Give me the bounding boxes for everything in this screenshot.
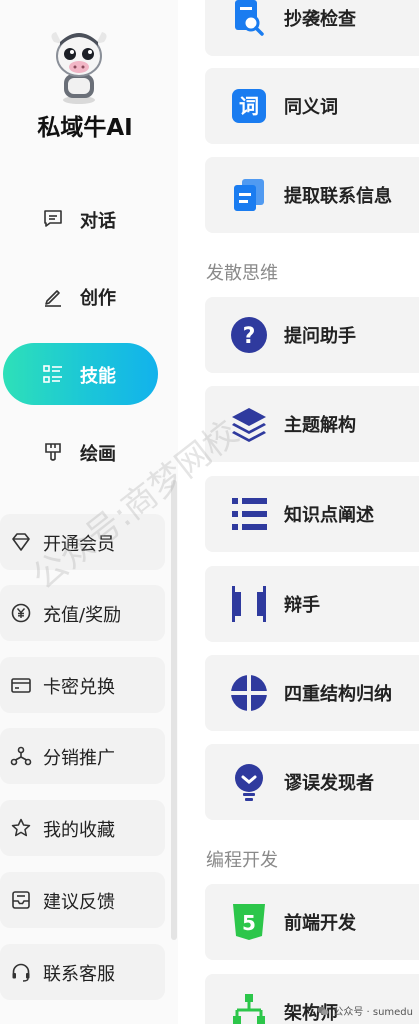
- headset-icon: [12, 963, 30, 982]
- logo: [46, 22, 112, 106]
- menu-label-membership: 开通会员: [43, 534, 115, 555]
- sidebar-scrollbar[interactable]: [171, 480, 177, 940]
- inbox-icon: [12, 891, 30, 909]
- quadrant-icon: [231, 675, 267, 711]
- nav-item-create[interactable]: 创作: [0, 265, 170, 327]
- nav-item-chat[interactable]: 对话: [0, 188, 170, 250]
- nav-label-skills: 技能: [80, 366, 116, 387]
- menu-label-feedback: 建议反馈: [43, 892, 115, 913]
- menu-label-recharge: 充值/奖励: [43, 605, 122, 626]
- menu-label-card-redeem: 卡密兑换: [43, 677, 115, 698]
- debate-bars-icon: [232, 586, 266, 622]
- menu-item-feedback[interactable]: 建议反馈: [0, 872, 165, 928]
- brush-icon: [45, 443, 61, 461]
- menu-item-distribution[interactable]: 分销推广: [0, 728, 165, 784]
- skill-label: 同义词: [284, 97, 338, 118]
- nav-item-skills[interactable]: 技能: [3, 343, 158, 405]
- skills-panel: 抄袭检查 词 同义词 提取联系信息 发散思维 ? 提问助手 主题解构 知识点阐述…: [178, 0, 419, 1024]
- skill-label: 前端开发: [284, 913, 356, 934]
- skill-card-debater[interactable]: 辩手: [205, 566, 419, 642]
- nav-label-chat: 对话: [80, 211, 116, 232]
- svg-text:?: ?: [243, 324, 256, 349]
- html5-icon: 5: [233, 904, 265, 940]
- skill-card-four-structure[interactable]: 四重结构归纳: [205, 655, 419, 731]
- skill-card-fallacy-finder[interactable]: 谬误发现者: [205, 744, 419, 820]
- skill-card-topic-deconstruct[interactable]: 主题解构: [205, 386, 419, 462]
- cow-mascot-icon: [51, 32, 107, 104]
- skill-label: 提问助手: [284, 326, 356, 347]
- skill-label: 提取联系信息: [284, 186, 392, 207]
- bullet-list-icon: [232, 498, 267, 530]
- menu-item-recharge[interactable]: 充值/奖励: [0, 585, 165, 641]
- card-icon: [11, 678, 31, 693]
- wechat-account-name: 公众号 · sumedu: [333, 1007, 413, 1018]
- skill-card-knowledge-explain[interactable]: 知识点阐述: [205, 476, 419, 552]
- menu-item-membership[interactable]: 开通会员: [0, 514, 165, 570]
- svg-text:5: 5: [242, 911, 256, 935]
- share-network-icon: [10, 746, 32, 766]
- svg-text:词: 词: [239, 94, 259, 118]
- brand-name: 私域牛AI: [37, 115, 133, 141]
- layers-icon: [232, 408, 266, 442]
- skill-card-extract-contacts[interactable]: 提取联系信息: [205, 157, 419, 233]
- menu-label-distribution: 分销推广: [43, 748, 115, 769]
- section-heading-divergent: 发散思维: [206, 263, 278, 284]
- skill-label: 知识点阐述: [284, 505, 374, 526]
- chat-icon: [44, 210, 62, 227]
- nav-item-drawing[interactable]: 绘画: [0, 421, 170, 483]
- sidebar: 私域牛AI 对话 创作 技能 绘画 开通会员 充值/奖励 卡密兑换 分销推广 我…: [0, 0, 178, 1024]
- skill-label: 主题解构: [284, 415, 356, 436]
- skill-card-question-helper[interactable]: ? 提问助手: [205, 297, 419, 373]
- lightbulb-icon: [235, 764, 263, 801]
- architecture-tree-icon: [233, 994, 265, 1024]
- skills-list-icon: [43, 365, 62, 383]
- wechat-account-tag: 公众号 · sumedu: [317, 1003, 413, 1018]
- pen-icon: [45, 290, 61, 307]
- diamond-icon: [12, 533, 30, 551]
- skill-card-synonyms[interactable]: 词 同义词: [205, 68, 419, 144]
- nav-label-drawing: 绘画: [80, 444, 116, 465]
- menu-item-card-redeem[interactable]: 卡密兑换: [0, 657, 165, 713]
- nav-label-create: 创作: [80, 288, 116, 309]
- wechat-icon: [317, 1006, 329, 1015]
- document-search-icon: [235, 0, 264, 36]
- skill-label: 辩手: [284, 595, 320, 616]
- word-icon: 词: [232, 89, 266, 123]
- skill-label: 抄袭检查: [284, 9, 356, 30]
- skill-label: 谬误发现者: [284, 773, 374, 794]
- skill-label: 四重结构归纳: [284, 684, 392, 705]
- skill-card-frontend[interactable]: 5 前端开发: [205, 884, 419, 960]
- copy-documents-icon: [234, 179, 264, 211]
- skill-card-plagiarism-check[interactable]: 抄袭检查: [205, 0, 419, 56]
- yen-coin-icon: [11, 603, 31, 623]
- menu-label-support: 联系客服: [43, 964, 115, 985]
- question-icon: ?: [231, 317, 267, 353]
- menu-item-favorites[interactable]: 我的收藏: [0, 800, 165, 856]
- section-heading-coding: 编程开发: [206, 850, 278, 871]
- menu-label-favorites: 我的收藏: [43, 820, 115, 841]
- menu-item-support[interactable]: 联系客服: [0, 944, 165, 1000]
- star-icon: [11, 818, 31, 837]
